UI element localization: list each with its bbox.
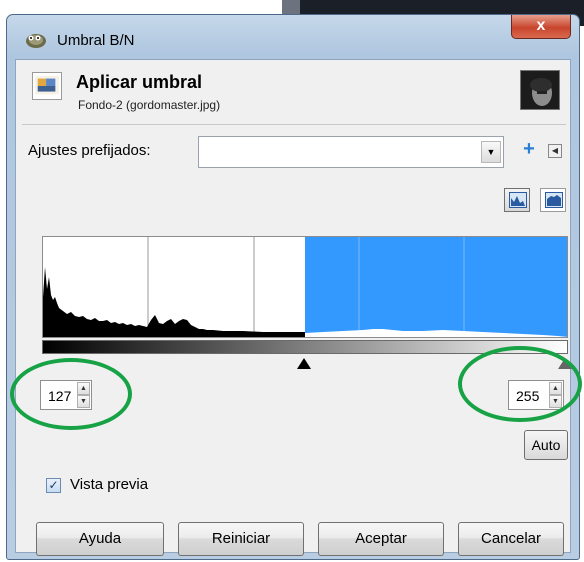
auto-button[interactable]: Auto [524,430,568,460]
linear-histogram-button[interactable] [504,188,530,212]
low-threshold-handle[interactable] [296,358,311,369]
ok-label: Aceptar [355,530,407,547]
help-button[interactable]: Ayuda [36,522,164,556]
histogram [43,237,567,337]
image-thumbnail [520,70,560,110]
image-name: Fondo-2 (gordomaster.jpg) [78,98,221,112]
auto-label: Auto [531,437,561,453]
cancel-button[interactable]: Cancelar [458,522,564,556]
plus-icon[interactable]: + [520,139,538,160]
dialog-body: Aplicar umbral Fondo-2 (gordomaster.jpg)… [10,59,582,556]
threshold-selection [305,237,567,337]
threshold-tool-icon [32,72,62,100]
preview-label[interactable]: Vista previa [70,476,148,493]
annotation-circle [10,358,132,430]
close-button[interactable]: x [511,15,571,39]
reset-label: Reiniciar [211,530,271,547]
preview-checkbox[interactable]: ✓ [46,478,61,493]
logarithmic-histogram-icon [545,192,563,208]
menu-arrow-icon[interactable]: ◀ [548,144,562,158]
window-title: Umbral B/N [57,32,135,49]
help-label: Ayuda [78,530,122,547]
thumbnail-image [521,71,559,109]
gimp-icon [26,34,46,48]
ok-button[interactable]: Aceptar [318,522,444,556]
header-separator [22,124,566,125]
cancel-label: Cancelar [480,530,542,547]
reset-button[interactable]: Reiniciar [178,522,304,556]
presets-combo[interactable]: ▼ [198,136,504,168]
histogram-dark-section [43,267,305,337]
title-bar[interactable]: Umbral B/N x [7,15,579,59]
dropdown-arrow-icon[interactable]: ▼ [481,141,501,163]
dialog-window: Umbral B/N x Aplicar umbral Fondo-2 (gor… [6,14,582,560]
logarithmic-histogram-button[interactable] [540,188,566,212]
annotation-circle [458,346,582,422]
dialog-heading: Aplicar umbral [76,72,203,92]
linear-histogram-icon [509,192,527,208]
histogram-area[interactable] [42,236,568,338]
presets-label: Ajustes prefijados: [28,142,151,159]
